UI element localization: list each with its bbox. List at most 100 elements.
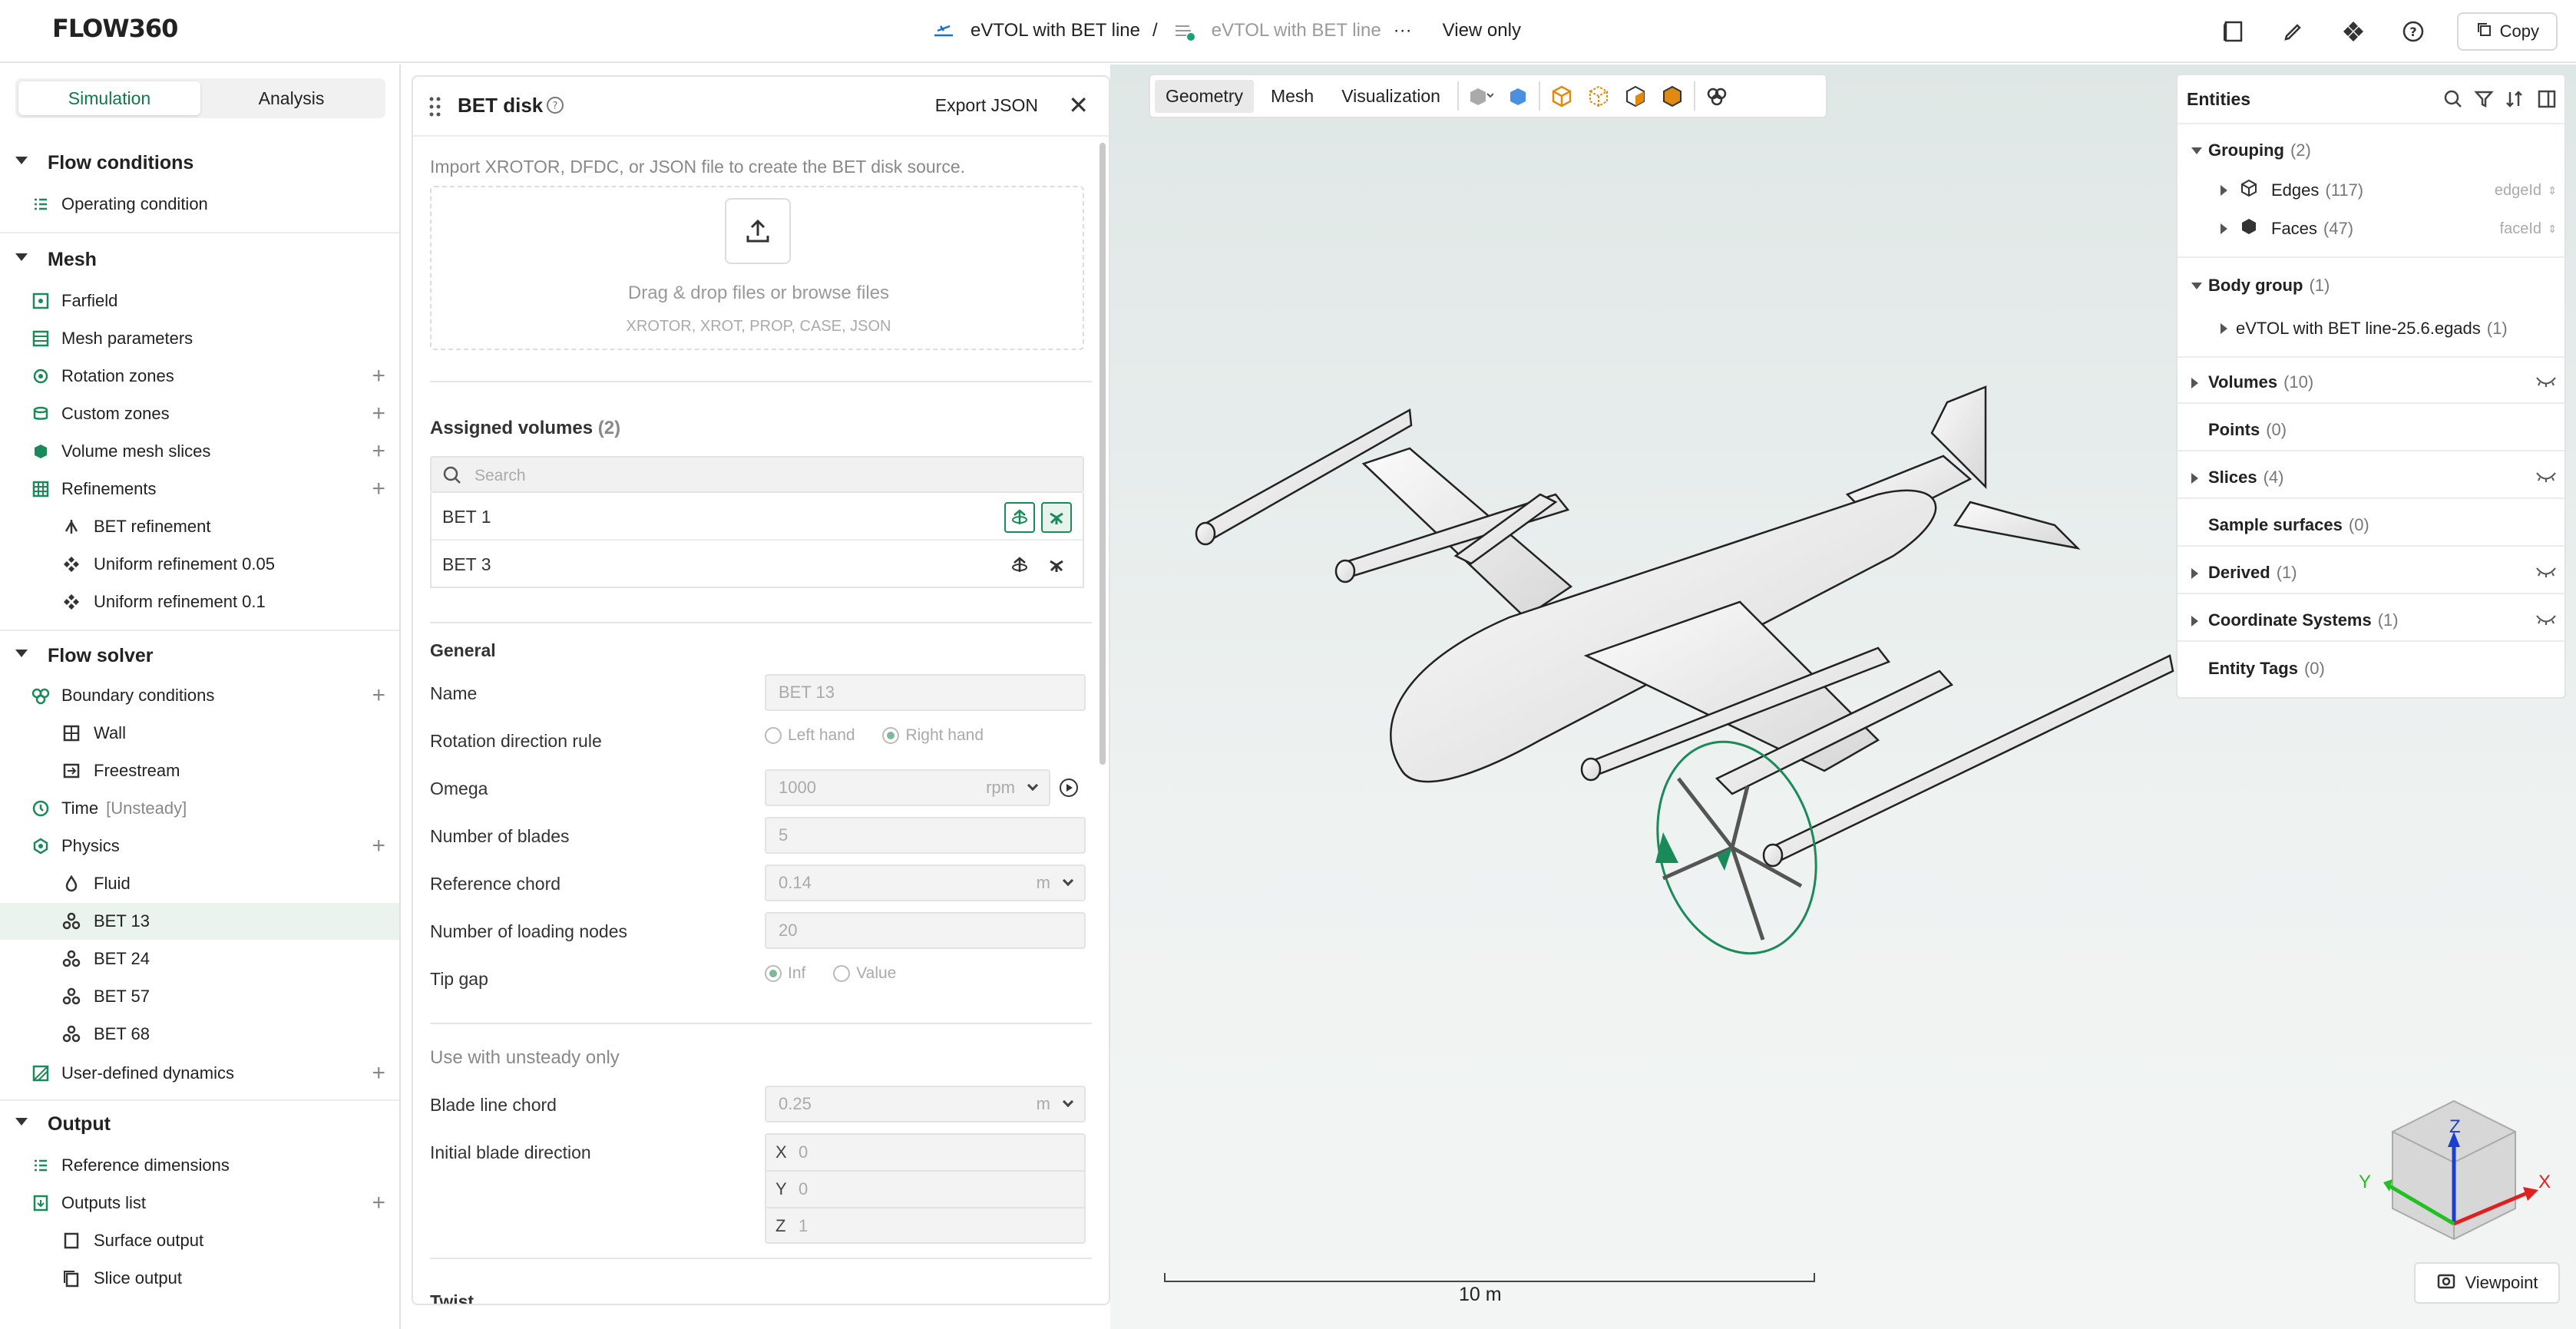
volume-search[interactable]: Search	[430, 456, 1084, 493]
omega-field[interactable]: 1000 rpm	[765, 769, 1050, 806]
visibility-icon[interactable]	[2535, 564, 2557, 584]
name-field[interactable]: BET 13	[765, 674, 1086, 711]
visibility-icon[interactable]	[2535, 468, 2557, 488]
list-item[interactable]: Faces (47) faceId ⇕	[2178, 210, 2564, 247]
project-name[interactable]: eVTOL with BET line	[971, 20, 1140, 41]
group-grouping[interactable]: Grouping (2)	[2178, 132, 2564, 169]
add-icon[interactable]: +	[372, 1060, 385, 1086]
sidebar-item-physics[interactable]: Physics +	[0, 828, 399, 865]
tab-geometry[interactable]: Geometry	[1155, 79, 1254, 113]
list-item[interactable]: BET 3	[432, 541, 1083, 588]
sidebar-item-operating-condition[interactable]: Operating condition	[0, 186, 399, 223]
case-name[interactable]: eVTOL with BET line	[1212, 20, 1381, 41]
panel-toggle-icon[interactable]	[2537, 89, 2557, 114]
document-icon[interactable]	[2217, 15, 2250, 48]
section-flow-solver[interactable]: Flow solver	[0, 636, 399, 676]
list-item[interactable]: BET 1	[432, 493, 1083, 541]
tab-analysis[interactable]: Analysis	[200, 81, 382, 115]
view-cube-faces-icon[interactable]	[1620, 81, 1651, 111]
z-value[interactable]: 1	[799, 1216, 808, 1236]
drag-handle-icon[interactable]	[428, 95, 442, 122]
more-icon[interactable]: ···	[1394, 20, 1412, 41]
scrollbar[interactable]	[1100, 143, 1106, 765]
group-entity-tags[interactable]: Entity Tags (0)	[2178, 648, 2564, 689]
group-slices[interactable]: Slices (4)	[2178, 458, 2564, 499]
pencil-icon[interactable]	[2277, 15, 2310, 48]
sidebar-item-rotation-zones[interactable]: Rotation zones +	[0, 358, 399, 395]
render-mode-icon[interactable]	[1465, 81, 1496, 111]
sidebar-item-farfield[interactable]: Farfield	[0, 283, 399, 319]
sidebar-item-bet-57[interactable]: BET 57	[0, 978, 399, 1015]
search-icon[interactable]	[2443, 89, 2463, 114]
left-hand-radio[interactable]: Left hand	[765, 726, 855, 745]
sidebar-item-refinements[interactable]: Refinements +	[0, 471, 399, 507]
add-icon[interactable]: +	[372, 476, 385, 502]
help-icon[interactable]: ?	[2397, 15, 2429, 48]
sidebar-item-bet-68[interactable]: BET 68	[0, 1016, 399, 1053]
x-value[interactable]: 0	[799, 1142, 808, 1162]
sort-updown-icon[interactable]: ⇕	[2548, 184, 2557, 197]
sidebar-item-time[interactable]: Time [Unsteady]	[0, 790, 399, 827]
add-icon[interactable]: +	[372, 438, 385, 464]
file-dropzone[interactable]: Drag & drop files or browse files XROTOR…	[430, 186, 1084, 350]
add-icon[interactable]: +	[372, 833, 385, 859]
viewpoint-button[interactable]: Viewpoint	[2414, 1262, 2560, 1304]
visibility-icon[interactable]	[2535, 373, 2557, 393]
initial-direction-vector[interactable]: X0 Y0 Z1	[765, 1133, 1086, 1244]
sort-updown-icon[interactable]: ⇕	[2548, 223, 2557, 236]
group-points[interactable]: Points (0)	[2178, 410, 2564, 451]
filter-circles-icon[interactable]	[1701, 81, 1732, 111]
sidebar-item-freestream[interactable]: Freestream	[0, 752, 399, 789]
sort-icon[interactable]	[2505, 89, 2525, 114]
filter-icon[interactable]	[2474, 89, 2494, 114]
tab-visualization[interactable]: Visualization	[1331, 80, 1451, 113]
sidebar-item-surface-output[interactable]: Surface output	[0, 1222, 399, 1259]
chevron-down-icon[interactable]	[1062, 874, 1074, 887]
sidebar-item-bet-24[interactable]: BET 24	[0, 941, 399, 977]
sidebar-item-mesh-parameters[interactable]: Mesh parameters	[0, 320, 399, 357]
fan-icon[interactable]	[1041, 550, 1072, 580]
list-item[interactable]: eVTOL with BET line-25.6.egads (1)	[2178, 310, 2564, 347]
section-flow-conditions[interactable]: Flow conditions	[0, 143, 399, 183]
rotation-toggle-icon[interactable]	[1004, 502, 1035, 533]
y-value[interactable]: 0	[799, 1179, 808, 1199]
tab-mesh[interactable]: Mesh	[1260, 80, 1324, 113]
sidebar-item-uniform-refinement-01[interactable]: Uniform refinement 0.1	[0, 584, 399, 620]
add-icon[interactable]: +	[372, 1190, 385, 1216]
nodes-field[interactable]: 20	[765, 912, 1086, 949]
sidebar-item-wall[interactable]: Wall	[0, 715, 399, 752]
sidebar-item-custom-zones[interactable]: Custom zones +	[0, 395, 399, 432]
fan-icon[interactable]	[1041, 502, 1072, 533]
blades-field[interactable]: 5	[765, 817, 1086, 854]
group-coordinate-systems[interactable]: Coordinate Systems (1)	[2178, 600, 2564, 642]
help-icon[interactable]: ?	[545, 95, 565, 119]
sidebar-item-boundary-conditions[interactable]: Boundary conditions +	[0, 677, 399, 714]
group-body[interactable]: Body group (1)	[2178, 267, 2564, 304]
group-sample-surfaces[interactable]: Sample surfaces (0)	[2178, 505, 2564, 547]
sidebar-item-user-defined-dynamics[interactable]: User-defined dynamics +	[0, 1055, 399, 1092]
chord-field[interactable]: 0.14 m	[765, 865, 1086, 901]
sidebar-item-uniform-refinement-005[interactable]: Uniform refinement 0.05	[0, 546, 399, 583]
add-icon[interactable]: +	[372, 683, 385, 709]
tip-value-radio[interactable]: Value	[833, 964, 896, 983]
sidebar-item-bet-refinement[interactable]: BET refinement	[0, 508, 399, 545]
visibility-icon[interactable]	[2535, 611, 2557, 631]
chevron-down-icon[interactable]	[1062, 1096, 1074, 1108]
close-icon[interactable]: ✕	[1068, 91, 1089, 120]
view-cube-solid-icon[interactable]	[1657, 81, 1688, 111]
add-icon[interactable]: +	[372, 363, 385, 389]
sidebar-item-outputs-list[interactable]: Outputs list +	[0, 1185, 399, 1222]
section-output[interactable]: Output	[0, 1104, 399, 1144]
export-json-button[interactable]: Export JSON	[935, 95, 1038, 116]
blade-chord-field[interactable]: 0.25 m	[765, 1086, 1086, 1122]
group-volumes[interactable]: Volumes (10)	[2178, 362, 2564, 404]
sidebar-item-reference-dimensions[interactable]: Reference dimensions	[0, 1147, 399, 1184]
grid-diamond-icon[interactable]	[2337, 15, 2369, 48]
section-mesh[interactable]: Mesh	[0, 240, 399, 279]
add-icon[interactable]: +	[372, 401, 385, 427]
right-hand-radio[interactable]: Right hand	[882, 726, 984, 745]
copy-button[interactable]: Copy	[2456, 12, 2558, 51]
tip-inf-radio[interactable]: Inf	[765, 964, 805, 983]
play-icon[interactable]	[1058, 777, 1080, 802]
tab-simulation[interactable]: Simulation	[18, 81, 200, 115]
